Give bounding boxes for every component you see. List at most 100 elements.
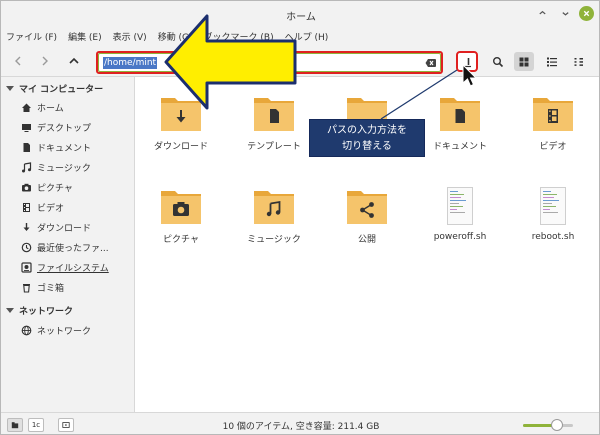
forward-button[interactable] <box>36 52 54 70</box>
file-item-templates[interactable]: テンプレート <box>229 94 319 152</box>
file-label: ピクチャ <box>163 235 199 245</box>
file-item-public[interactable]: 公開 <box>322 187 412 245</box>
script-file-icon <box>540 187 566 225</box>
status-bar: 1c 10 個のアイテム, 空き容量: 211.4 GB <box>1 412 599 434</box>
sidebar-item-filesystem[interactable]: ファイルシステム <box>21 258 133 276</box>
close-icon <box>583 10 590 17</box>
sidebar-item-label: 最近使ったファ... <box>37 243 109 254</box>
recent-icon <box>21 242 32 252</box>
menu-file[interactable]: ファイル (F) <box>6 30 57 43</box>
camera-icon <box>22 183 31 191</box>
sidebar-item-label: ゴミ箱 <box>37 283 65 294</box>
chevron-up-icon <box>69 57 79 64</box>
folder-camera-icon <box>161 191 201 224</box>
sidebar-item-label: ダウンロード <box>37 223 92 234</box>
folder-share-icon <box>347 191 387 224</box>
folder-music-icon <box>254 191 294 224</box>
sidebar-item-trash[interactable]: ゴミ箱 <box>21 278 133 296</box>
icon-view-button[interactable] <box>514 52 534 71</box>
file-label: テンプレート <box>247 142 301 152</box>
callout-line-2: 切り替える <box>342 141 392 152</box>
toolbar: /home/mint <box>1 45 599 77</box>
menu-help[interactable]: ヘルプ (H) <box>285 30 329 43</box>
sidebar-heading-label: ネットワーク <box>19 306 74 317</box>
sidebar-item-pictures[interactable]: ピクチャ <box>21 178 133 196</box>
file-manager-window: ホーム ファイル (F) 編集 (E) 表示 (V) 移動 (G) ブックマーク… <box>0 0 600 435</box>
file-label: ビデオ <box>539 142 567 152</box>
grid-icon <box>519 57 529 66</box>
annotation-callout: パスの入力方法を 切り替える <box>309 119 425 157</box>
compact-view-button[interactable] <box>569 52 589 71</box>
sidebar-item-network[interactable]: ネットワーク <box>21 321 133 339</box>
list-icon <box>547 57 557 66</box>
menu-bar: ファイル (F) 編集 (E) 表示 (V) 移動 (G) ブックマーク (B)… <box>1 27 599 45</box>
download-icon <box>23 222 30 231</box>
sidebar-item-recent[interactable]: 最近使ったファ... <box>21 238 133 256</box>
file-label: 公開 <box>357 235 376 245</box>
file-label: ダウンロード <box>153 142 208 152</box>
sidebar-item-documents[interactable]: ドキュメント <box>21 138 133 156</box>
menu-go[interactable]: 移動 (G) <box>158 30 193 43</box>
sidebar-item-label: ドキュメント <box>37 143 92 154</box>
up-button[interactable] <box>65 52 83 70</box>
zoom-slider[interactable] <box>523 424 573 427</box>
sidebar-item-label: ネットワーク <box>37 326 92 337</box>
file-label: poweroff.sh <box>433 232 487 242</box>
location-highlight-frame <box>96 51 443 74</box>
menu-edit[interactable]: 編集 (E) <box>68 30 102 43</box>
sidebar-item-downloads[interactable]: ダウンロード <box>21 218 133 236</box>
sidebar-item-music[interactable]: ミュージック <box>21 158 133 176</box>
film-icon <box>23 202 30 212</box>
file-item-documents[interactable]: ドキュメント <box>415 94 505 152</box>
home-icon <box>22 103 31 112</box>
zoom-slider-handle[interactable] <box>551 419 563 431</box>
sidebar-item-label: ホーム <box>37 103 64 114</box>
minimize-button[interactable] <box>535 6 550 21</box>
window-title: ホーム <box>286 12 316 23</box>
compact-list-icon <box>574 57 583 66</box>
file-item-pictures[interactable]: ピクチャ <box>136 187 226 245</box>
folder-download-icon <box>161 98 201 131</box>
list-view-button[interactable] <box>542 52 562 71</box>
close-button[interactable] <box>579 6 594 21</box>
trash-icon <box>23 283 30 293</box>
title-bar: ホーム <box>1 1 599 27</box>
file-label: ドキュメント <box>432 142 487 152</box>
file-item-reboot[interactable]: reboot.sh <box>508 185 598 242</box>
menu-view[interactable]: 表示 (V) <box>113 30 147 43</box>
expand-triangle-icon <box>6 85 14 91</box>
sidebar-item-videos[interactable]: ビデオ <box>21 198 133 216</box>
desktop-icon <box>22 123 31 132</box>
file-item-music[interactable]: ミュージック <box>229 187 319 245</box>
back-button[interactable] <box>9 52 27 70</box>
folder-template-icon <box>254 98 294 131</box>
sidebar-item-desktop[interactable]: デスクトップ <box>21 118 133 136</box>
drive-icon <box>21 261 32 273</box>
sidebar: マイ コンピューター ホーム デスクトップ ドキュメント ミュージック ピクチャ… <box>1 77 135 412</box>
sidebar-heading-label: マイ コンピューター <box>19 84 104 95</box>
folder-document-icon <box>440 98 480 131</box>
search-icon <box>493 56 504 67</box>
document-icon <box>23 142 30 152</box>
toggle-location-button[interactable] <box>456 51 478 72</box>
search-button[interactable] <box>488 52 508 71</box>
maximize-button[interactable] <box>558 6 573 21</box>
sidebar-heading-network[interactable]: ネットワーク <box>6 303 73 317</box>
file-item-videos[interactable]: ビデオ <box>508 94 598 152</box>
sidebar-item-home[interactable]: ホーム <box>21 98 133 116</box>
music-icon <box>22 161 32 172</box>
file-label: ミュージック <box>247 235 301 245</box>
menu-bookmarks[interactable]: ブックマーク (B) <box>204 30 274 43</box>
expand-triangle-icon <box>6 307 14 313</box>
edit-path-icon <box>463 57 471 67</box>
sidebar-heading-my-computer[interactable]: マイ コンピューター <box>6 81 103 95</box>
sidebar-item-label: ミュージック <box>37 163 91 174</box>
chevron-right-icon <box>42 56 48 66</box>
maximize-icon <box>562 12 569 16</box>
file-item-poweroff[interactable]: poweroff.sh <box>415 185 505 242</box>
sidebar-item-label: デスクトップ <box>37 123 92 134</box>
file-item-downloads[interactable]: ダウンロード <box>136 94 226 152</box>
network-icon <box>21 325 32 335</box>
chevron-left-icon <box>15 56 21 66</box>
script-file-icon <box>447 187 473 225</box>
